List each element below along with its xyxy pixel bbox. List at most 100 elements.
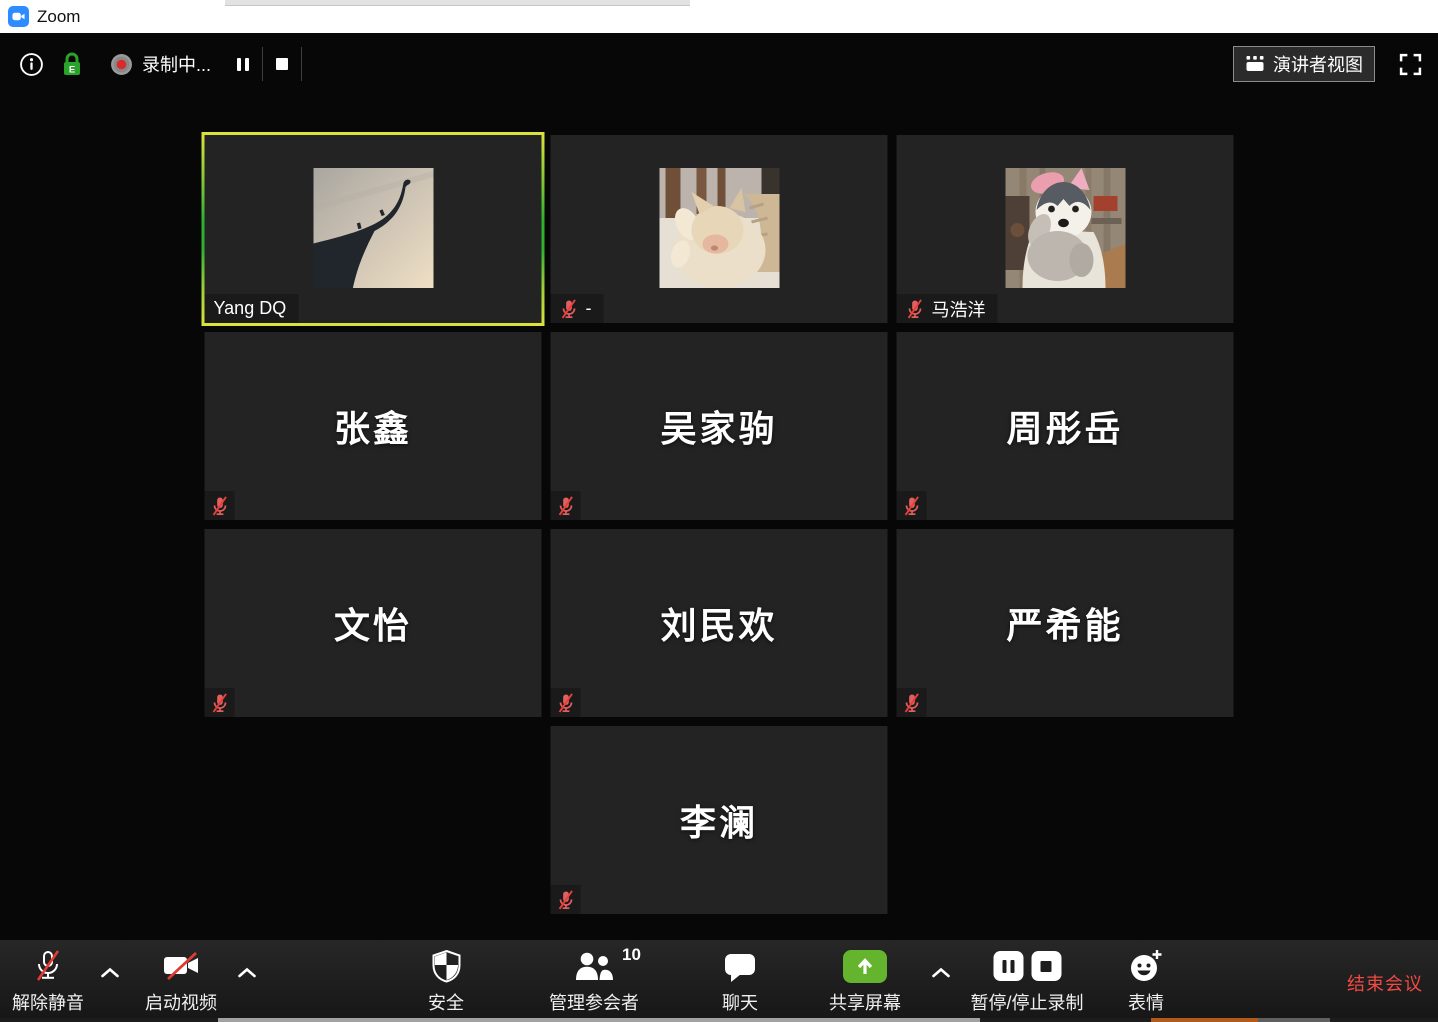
chat-label: 聊天 xyxy=(722,989,758,1015)
window-titlebar: Zoom xyxy=(0,0,1438,33)
meeting-info-icon[interactable] xyxy=(19,52,44,77)
pause-stop-record-label: 暂停/停止录制 xyxy=(970,989,1083,1015)
fullscreen-icon[interactable] xyxy=(1399,53,1422,76)
avatar xyxy=(313,168,433,288)
share-screen-label: 共享屏幕 xyxy=(829,989,901,1015)
muted-mic-icon xyxy=(205,688,235,717)
tile-frame: 马浩洋 xyxy=(897,135,1234,323)
muted-mic-icon xyxy=(31,948,65,984)
video-grid-row: 李澜 xyxy=(205,726,1234,914)
participant-name: 吴家驹 xyxy=(551,332,888,520)
muted-mic-icon xyxy=(906,298,925,320)
tile-frame: 文怡 xyxy=(205,529,542,717)
end-meeting-button[interactable]: 结束会议 xyxy=(1347,970,1423,996)
tile-frame: 刘民欢 xyxy=(551,529,888,717)
muted-mic-icon xyxy=(897,688,927,717)
muted-mic-icon xyxy=(551,688,581,717)
muted-mic-icon xyxy=(551,885,581,914)
audio-options-chevron-icon[interactable] xyxy=(100,967,120,978)
pause-record-icon[interactable] xyxy=(993,951,1023,981)
tile-frame: 吴家驹 xyxy=(551,332,888,520)
participant-tile[interactable]: 刘民欢 xyxy=(551,529,888,717)
window-title: Zoom xyxy=(37,7,80,27)
reactions-smiley-icon xyxy=(1128,948,1164,984)
avatar xyxy=(659,168,779,288)
active-speaker-frame: Yang DQ xyxy=(202,132,545,326)
security-button[interactable]: 安全 xyxy=(428,948,464,1015)
taskbar-segment xyxy=(1151,1018,1258,1022)
speaker-view-icon xyxy=(1245,56,1265,72)
tile-frame: 李澜 xyxy=(551,726,888,914)
video-grid-row: 文怡 刘民欢 严希能 xyxy=(205,529,1234,717)
speaker-view-label: 演讲者视图 xyxy=(1273,51,1363,77)
meeting-area: E 录制中... 演讲者视图 Yang DQ xyxy=(0,33,1438,940)
shield-icon xyxy=(430,948,463,984)
stop-recording-icon[interactable] xyxy=(276,58,288,70)
encryption-lock-icon: E xyxy=(61,51,83,77)
speaker-view-button[interactable]: 演讲者视图 xyxy=(1233,46,1375,82)
share-screen-button[interactable]: 共享屏幕 xyxy=(829,948,901,1015)
participant-name: 严希能 xyxy=(897,529,1234,717)
pause-stop-record-button[interactable]: 暂停/停止录制 xyxy=(970,948,1083,1015)
stop-record-icon[interactable] xyxy=(1031,951,1061,981)
participant-tile[interactable]: 严希能 xyxy=(897,529,1234,717)
participant-tile[interactable]: 张鑫 xyxy=(205,332,542,520)
participant-count-badge: 10 xyxy=(622,945,641,965)
chat-icon xyxy=(722,948,758,984)
reactions-label: 表情 xyxy=(1128,989,1164,1015)
chat-button[interactable]: 聊天 xyxy=(722,948,758,1015)
muted-mic-icon xyxy=(897,491,927,520)
muted-mic-icon xyxy=(560,298,579,320)
recording-indicator-icon xyxy=(110,53,133,76)
muted-mic-icon xyxy=(205,491,235,520)
start-video-label: 启动视频 xyxy=(145,989,217,1015)
taskbar-edge xyxy=(0,1018,1438,1022)
avatar xyxy=(1005,168,1125,288)
video-grid: Yang DQ - 马浩洋张 xyxy=(205,135,1234,914)
share-options-chevron-icon[interactable] xyxy=(931,967,951,978)
taskbar-segment xyxy=(1258,1018,1330,1022)
unmute-label: 解除静音 xyxy=(12,989,84,1015)
participant-name: Yang DQ xyxy=(214,298,287,319)
security-label: 安全 xyxy=(428,989,464,1015)
participant-name: - xyxy=(586,298,592,319)
unmute-button[interactable]: 解除静音 xyxy=(12,948,84,1015)
zoom-app-icon xyxy=(8,6,29,27)
participant-name: 周彤岳 xyxy=(897,332,1234,520)
participants-icon: 10 xyxy=(572,948,616,984)
meeting-toolbar: 解除静音 启动视频 安全 10 管理参会者 聊天 xyxy=(0,940,1438,1022)
participant-tile[interactable]: - xyxy=(551,135,888,323)
recording-status-text: 录制中... xyxy=(142,51,211,77)
video-grid-row: 张鑫 吴家驹 周彤岳 xyxy=(205,332,1234,520)
participant-name: 马浩洋 xyxy=(932,296,986,322)
manage-participants-button[interactable]: 10 管理参会者 xyxy=(549,948,639,1015)
participant-tile[interactable]: 周彤岳 xyxy=(897,332,1234,520)
tile-frame: 张鑫 xyxy=(205,332,542,520)
video-grid-row: Yang DQ - 马浩洋 xyxy=(205,135,1234,323)
participant-tile[interactable]: 李澜 xyxy=(551,726,888,914)
participant-tile[interactable]: 文怡 xyxy=(205,529,542,717)
taskbar-segment xyxy=(218,1018,980,1022)
participant-tile[interactable]: Yang DQ xyxy=(205,135,542,323)
camera-off-icon xyxy=(160,948,202,984)
start-video-button[interactable]: 启动视频 xyxy=(145,948,217,1015)
svg-text:E: E xyxy=(69,65,75,76)
pause-recording-icon[interactable] xyxy=(237,58,249,71)
divider xyxy=(262,47,263,81)
tile-frame: 严希能 xyxy=(897,529,1234,717)
top-controls: E 录制中... 演讲者视图 xyxy=(0,43,1438,85)
participant-name-label: 马浩洋 xyxy=(897,294,998,323)
participant-name-label: - xyxy=(551,294,604,323)
tile-frame: - xyxy=(551,135,888,323)
participant-name: 张鑫 xyxy=(205,332,542,520)
reactions-button[interactable]: 表情 xyxy=(1128,948,1164,1015)
divider xyxy=(301,47,302,81)
video-options-chevron-icon[interactable] xyxy=(237,967,257,978)
participant-tile[interactable]: 马浩洋 xyxy=(897,135,1234,323)
participant-name: 李澜 xyxy=(551,726,888,914)
participant-name: 文怡 xyxy=(205,529,542,717)
background-window-edge xyxy=(225,0,690,6)
manage-participants-label: 管理参会者 xyxy=(549,989,639,1015)
participant-tile[interactable]: 吴家驹 xyxy=(551,332,888,520)
muted-mic-icon xyxy=(551,491,581,520)
